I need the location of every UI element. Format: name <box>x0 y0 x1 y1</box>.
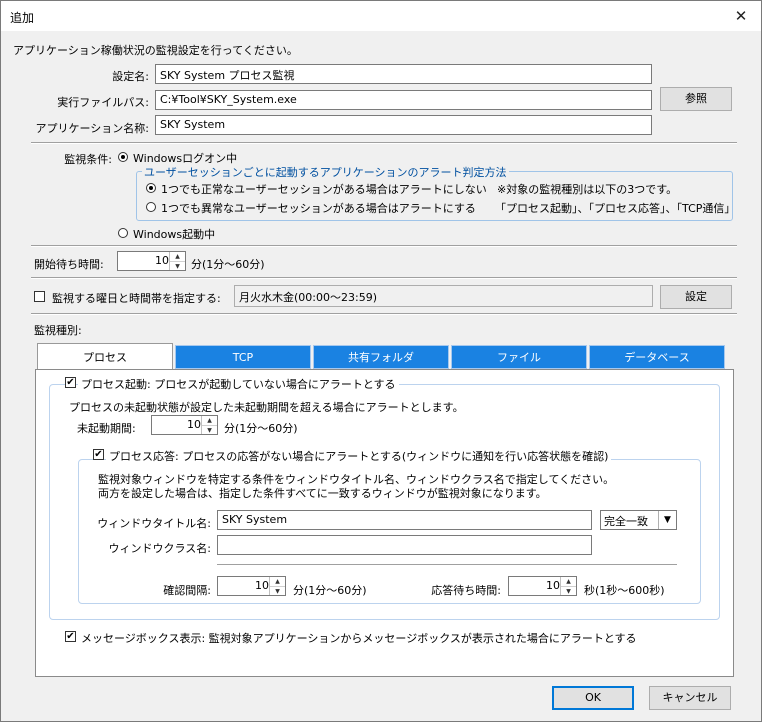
unstarted-period-stepper[interactable]: 10 ▲ ▼ <box>151 415 218 435</box>
spin-up-icon[interactable]: ▲ <box>202 416 217 426</box>
response-wait-value: 10 <box>546 579 560 592</box>
radio-session-normal-label: 1つでも正常なユーザーセッションがある場合はアラートにしない <box>161 183 487 196</box>
process-start-label: プロセス起動: プロセスが起動していない場合にアラートとする <box>78 376 399 392</box>
radio-session-abnormal[interactable] <box>146 202 156 212</box>
separator <box>31 245 737 247</box>
spin-up-icon[interactable]: ▲ <box>170 252 185 262</box>
spin-down-icon[interactable]: ▼ <box>170 262 185 271</box>
exe-path-label: 実行ファイルパス: <box>57 96 149 109</box>
schedule-checkbox[interactable] <box>34 291 45 302</box>
title-bar: 追加 ✕ <box>1 1 761 31</box>
process-response-checkbox[interactable]: ✔ <box>93 449 104 460</box>
tab-tcp[interactable]: TCP <box>175 345 311 369</box>
interval-stepper[interactable]: 10 ▲ ▼ <box>217 576 286 596</box>
ok-button[interactable]: OK <box>552 686 634 710</box>
separator <box>31 142 737 144</box>
spin-down-icon[interactable]: ▼ <box>561 587 576 596</box>
spin-up-icon[interactable]: ▲ <box>270 577 285 587</box>
interval-label: 確認間隔: <box>163 584 211 597</box>
schedule-label: 監視する曜日と時間帯を指定する: <box>52 292 221 305</box>
wait-unit: 分(1分～60分) <box>191 258 265 271</box>
setting-name-label: 設定名: <box>112 70 149 83</box>
session-group-title: ユーザーセッションごとに起動するアプリケーションのアラート判定方法 <box>142 164 509 180</box>
process-start-checkbox[interactable]: ✔ <box>65 377 76 388</box>
unstarted-period-value: 10 <box>187 418 201 431</box>
spin-down-icon[interactable]: ▼ <box>202 426 217 435</box>
match-mode-select[interactable]: 完全一致 ▼ <box>600 510 677 530</box>
tab-shared-folder[interactable]: 共有フォルダ <box>313 345 449 369</box>
exe-path-input[interactable]: C:¥Tool¥SKY_System.exe <box>155 90 652 110</box>
response-wait-stepper[interactable]: 10 ▲ ▼ <box>508 576 577 596</box>
response-wait-label: 応答待ち時間: <box>431 584 501 597</box>
msgbox-label: メッセージボックス表示: 監視対象アプリケーションからメッセージボックスが表示さ… <box>81 632 637 645</box>
app-name-input[interactable]: SKY System <box>155 115 652 135</box>
app-name-label: アプリケーション名称: <box>35 122 150 135</box>
tab-file[interactable]: ファイル <box>451 345 587 369</box>
setting-name-input[interactable]: SKY System プロセス監視 <box>155 64 652 84</box>
intro-text: アプリケーション稼働状況の監視設定を行ってください。 <box>13 44 298 57</box>
cancel-button[interactable]: キャンセル <box>649 686 731 710</box>
condition-label: 監視条件: <box>64 153 112 166</box>
browse-button[interactable]: 参照 <box>660 87 732 111</box>
window-title-label: ウィンドウタイトル名: <box>97 517 211 530</box>
radio-startup[interactable] <box>118 228 128 238</box>
process-response-label: プロセス応答: プロセスの応答がない場合にアラートとする(ウィンドウに通知を行い… <box>106 448 612 464</box>
radio-session-normal[interactable] <box>146 183 156 193</box>
radio-session-abnormal-label: 1つでも異常なユーザーセッションがある場合はアラートにする <box>161 202 476 215</box>
schedule-settings-button[interactable]: 設定 <box>660 285 732 309</box>
process-response-desc-2: 両方を設定した場合は、指定した条件すべてに一致するウィンドウが監視対象になります… <box>98 487 547 500</box>
interval-value: 10 <box>255 579 269 592</box>
close-icon[interactable]: ✕ <box>721 1 761 31</box>
spin-up-icon[interactable]: ▲ <box>561 577 576 587</box>
wait-value: 10 <box>155 254 169 267</box>
monitor-type-label: 監視種別: <box>34 324 82 337</box>
unstarted-period-label: 未起動期間: <box>77 422 136 435</box>
tab-database[interactable]: データベース <box>589 345 725 369</box>
schedule-value: 月火水木金(00:00～23:59) <box>234 285 653 307</box>
separator <box>31 313 737 315</box>
unstarted-period-unit: 分(1分～60分) <box>224 422 298 435</box>
window-title-input[interactable]: SKY System <box>217 510 592 530</box>
session-note-1: ※対象の監視種別は以下の3つです。 <box>497 183 678 196</box>
match-mode-value: 完全一致 <box>604 515 648 528</box>
response-wait-unit: 秒(1秒～600秒) <box>584 584 665 597</box>
spin-down-icon[interactable]: ▼ <box>270 587 285 596</box>
chevron-down-icon[interactable]: ▼ <box>658 511 676 529</box>
window-title: 追加 <box>10 11 35 25</box>
msgbox-checkbox[interactable]: ✔ <box>65 631 76 642</box>
window-class-input[interactable] <box>217 535 592 555</box>
window-class-label: ウィンドウクラス名: <box>108 542 212 555</box>
wait-stepper[interactable]: 10 ▲ ▼ <box>117 251 186 271</box>
process-start-desc: プロセスの未起動状態が設定した未起動期間を超える場合にアラートとします。 <box>69 401 464 414</box>
separator <box>217 564 677 566</box>
radio-startup-label: Windows起動中 <box>133 228 216 241</box>
wait-label: 開始待ち時間: <box>34 258 104 271</box>
separator <box>31 277 737 279</box>
interval-unit: 分(1分～60分) <box>293 584 367 597</box>
add-dialog: 追加 ✕ アプリケーション稼働状況の監視設定を行ってください。 設定名: SKY… <box>0 0 762 722</box>
session-note-2: 「プロセス起動」、「プロセス応答」、「TCP通信」 <box>495 202 736 215</box>
tab-process[interactable]: プロセス <box>37 343 173 371</box>
radio-logon[interactable] <box>118 152 128 162</box>
